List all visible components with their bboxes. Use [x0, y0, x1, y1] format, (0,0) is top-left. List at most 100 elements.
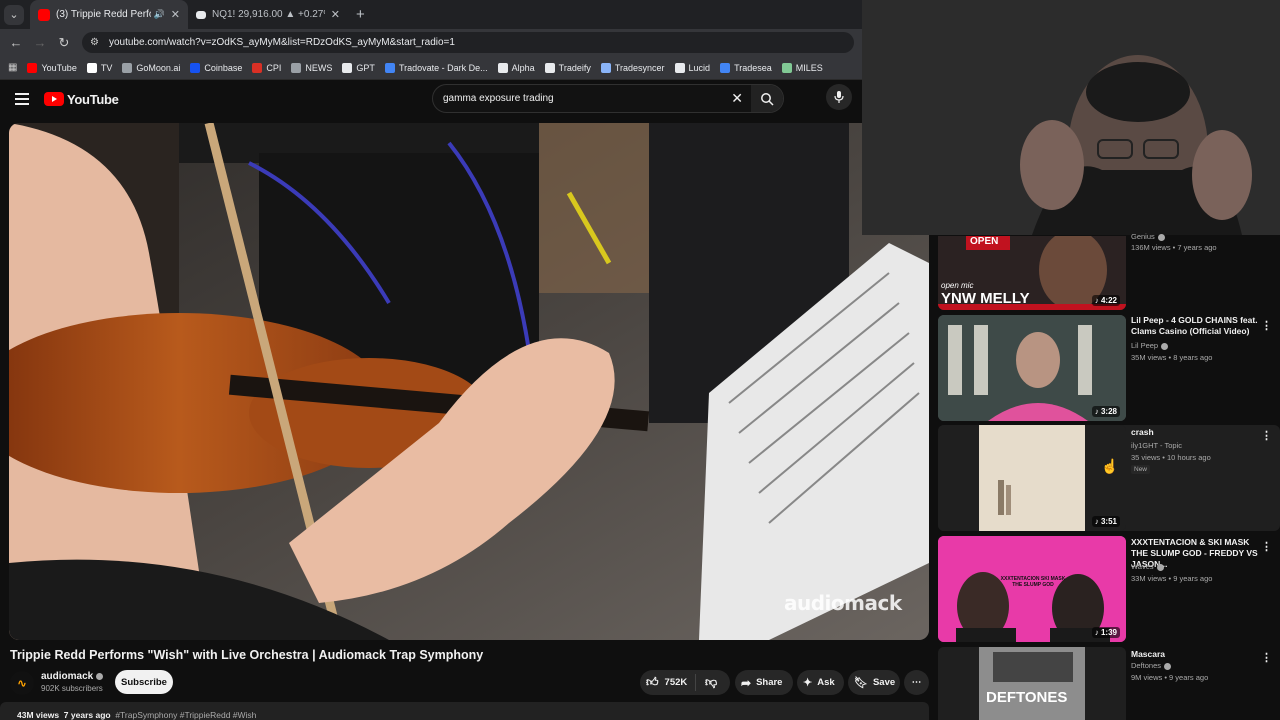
recommendation-item[interactable]: ♪ 3:28 Lil Peep - 4 GOLD CHAINS feat. Cl…: [938, 315, 1280, 421]
thumbnail[interactable]: ♪ 3:51: [938, 425, 1126, 531]
share-icon: ➦: [741, 675, 752, 690]
tab-title: (3) Trippie Redd Performs "Wish": [56, 9, 151, 20]
search-query: gamma exposure trading: [443, 93, 554, 104]
bookmark-label: MILES: [795, 62, 823, 73]
bookmark-favicon-icon: [600, 62, 611, 73]
clear-search-icon[interactable]: ✕: [731, 90, 743, 107]
rec-channel-text: Waves: [1131, 562, 1154, 571]
channel-name[interactable]: audiomack: [41, 671, 104, 682]
browser-tab-youtube[interactable]: (3) Trippie Redd Performs "Wish" 🔊 ✕: [30, 0, 188, 29]
bookmark-label: GoMoon.ai: [136, 62, 181, 73]
bookmark-favicon-icon: [27, 62, 38, 73]
bookmark-item[interactable]: TV: [86, 62, 113, 73]
bookmark-favicon-icon: [122, 62, 133, 73]
apps-grid-icon[interactable]: ▦: [8, 62, 17, 73]
youtube-play-icon: [44, 92, 64, 106]
thumbnail[interactable]: DEFTONES: [938, 647, 1126, 720]
more-options-icon[interactable]: ⋮: [1261, 429, 1272, 442]
bookmark-item[interactable]: Coinbase: [190, 62, 242, 73]
like-button[interactable]: 👍︎ 752K: [640, 674, 696, 691]
thumbs-down-icon: 👎︎: [705, 675, 718, 689]
bookmark-item[interactable]: Tradovate - Dark De...: [384, 62, 488, 73]
recommendation-item[interactable]: DEFTONES Mascara Deftones 9M views • 9 y…: [938, 647, 1280, 720]
thumbnail-image: [938, 647, 1126, 720]
duration-text: 1:39: [1100, 628, 1117, 637]
rec-channel: Deftones: [1131, 661, 1172, 670]
thumb-title-text: DEFTONES: [986, 689, 1068, 706]
channel-avatar[interactable]: ∿: [10, 671, 34, 695]
duration-badge: ♪ 1:39: [1091, 627, 1120, 638]
recommendation-item[interactable]: XXXTENTACION SKI MASK THE SLUMP GOD ♪ 1:…: [938, 536, 1280, 642]
url-text: youtube.com/watch?v=zOdKS_ayMyM&list=RDz…: [108, 37, 455, 48]
search-input[interactable]: gamma exposure trading ✕: [432, 84, 784, 113]
rec-title[interactable]: Mascara: [1131, 649, 1266, 660]
forward-arrow-icon[interactable]: →: [28, 35, 52, 50]
duration-badge: ♪ 3:28: [1091, 406, 1120, 417]
audiomack-logo-icon: ∿: [17, 677, 27, 690]
bookmark-item[interactable]: NEWS: [291, 62, 332, 73]
more-options-icon[interactable]: ⋮: [1261, 651, 1272, 664]
dislike-button[interactable]: 👎︎: [696, 675, 717, 690]
url-field[interactable]: ⚙ youtube.com/watch?v=zOdKS_ayMyM&list=R…: [82, 32, 854, 53]
rec-title[interactable]: crash: [1131, 427, 1266, 438]
bookmark-favicon-icon: [674, 62, 685, 73]
save-button[interactable]: 🔖︎ Save: [848, 670, 900, 695]
duration-text: 3:51: [1100, 517, 1117, 526]
bookmark-item[interactable]: Tradesyncer: [600, 62, 665, 73]
rec-meta: 136M views • 7 years ago: [1131, 243, 1217, 252]
thumbnail[interactable]: OPEN open mic YNW MELLY ♪ 4:22: [938, 236, 1126, 310]
bookmark-label: TV: [100, 62, 113, 73]
browser-tab-tradingview[interactable]: NQ1! 29,916.00 ▲ +0.27% Unn ✕: [188, 0, 348, 29]
voice-search-button[interactable]: [826, 84, 852, 110]
bookmark-item[interactable]: Lucid: [674, 62, 710, 73]
bookmark-item[interactable]: Alpha: [497, 62, 535, 73]
bookmark-item[interactable]: MILES: [781, 62, 823, 73]
verified-icon: [1156, 563, 1164, 571]
bookmark-item[interactable]: CPI: [252, 62, 281, 73]
reload-icon[interactable]: ↻: [52, 35, 76, 51]
video-player[interactable]: audiomack: [9, 123, 929, 640]
youtube-logo[interactable]: YouTube: [44, 92, 119, 107]
video-title: Trippie Redd Performs "Wish" with Live O…: [10, 648, 484, 662]
more-options-icon[interactable]: ⋮: [1261, 540, 1272, 553]
bookmark-item[interactable]: GoMoon.ai: [122, 62, 181, 73]
more-icon: ⋯: [911, 677, 922, 688]
bookmark-label: Tradesyncer: [614, 62, 665, 73]
bookmark-favicon-icon: [781, 62, 792, 73]
share-button[interactable]: ➦ Share: [735, 670, 793, 695]
recommendation-item[interactable]: OPEN open mic YNW MELLY ♪ 4:22 Genius 13…: [938, 232, 1280, 310]
like-count: 752K: [664, 677, 688, 688]
like-dislike-group: 👍︎ 752K 👎︎: [640, 670, 730, 695]
thumbnail[interactable]: ♪ 3:28: [938, 315, 1126, 421]
youtube-header: YouTube gamma exposure trading ✕: [0, 80, 862, 118]
recommendation-item[interactable]: ♪ 3:51 crash ily1GHT - Topic 35 views • …: [938, 425, 1280, 531]
site-info-icon[interactable]: ⚙: [90, 37, 99, 48]
new-tab-button[interactable]: +: [356, 6, 365, 23]
tab-search-button[interactable]: ⌄: [4, 4, 24, 25]
menu-icon[interactable]: [15, 90, 29, 108]
search-button[interactable]: [751, 85, 783, 112]
more-options-icon[interactable]: ⋮: [1261, 319, 1272, 332]
close-tab-icon[interactable]: ✕: [331, 8, 340, 21]
bookmark-item[interactable]: Tradesea: [720, 62, 772, 73]
bookmark-item[interactable]: Tradeify: [544, 62, 591, 73]
bookmark-label: YouTube: [41, 62, 77, 73]
hashtags[interactable]: #TrapSymphony #TrippieRedd #Wish: [115, 710, 256, 720]
rec-title[interactable]: Lil Peep - 4 GOLD CHAINS feat. Clams Cas…: [1131, 315, 1266, 337]
more-actions-button[interactable]: ⋯: [904, 670, 929, 695]
webcam-feed: [862, 0, 1280, 235]
description-box[interactable]: 43M views 7 years ago #TrapSymphony #Tri…: [0, 702, 929, 720]
ask-button[interactable]: ✦ Ask: [797, 670, 844, 695]
close-tab-icon[interactable]: ✕: [171, 8, 180, 21]
bookmark-favicon-icon: [291, 62, 302, 73]
duration-badge: ♪ 3:51: [1091, 516, 1120, 527]
bookmark-item[interactable]: YouTube: [27, 62, 77, 73]
bookmarks-bar: ▦ YouTube TV GoMoon.ai Coinbase CPI NEWS GPT Tr…: [0, 56, 862, 80]
bookmark-item[interactable]: GPT: [342, 62, 375, 73]
video-frame: [9, 123, 929, 640]
subscribe-button[interactable]: Subscribe: [115, 670, 173, 694]
back-arrow-icon[interactable]: ←: [4, 35, 28, 50]
thumbnail[interactable]: XXXTENTACION SKI MASK THE SLUMP GOD ♪ 1:…: [938, 536, 1126, 642]
bookmark-label: Tradesea: [734, 62, 772, 73]
address-bar-row: ← → ↻ ⚙ youtube.com/watch?v=zOdKS_ayMyM&…: [0, 29, 862, 56]
